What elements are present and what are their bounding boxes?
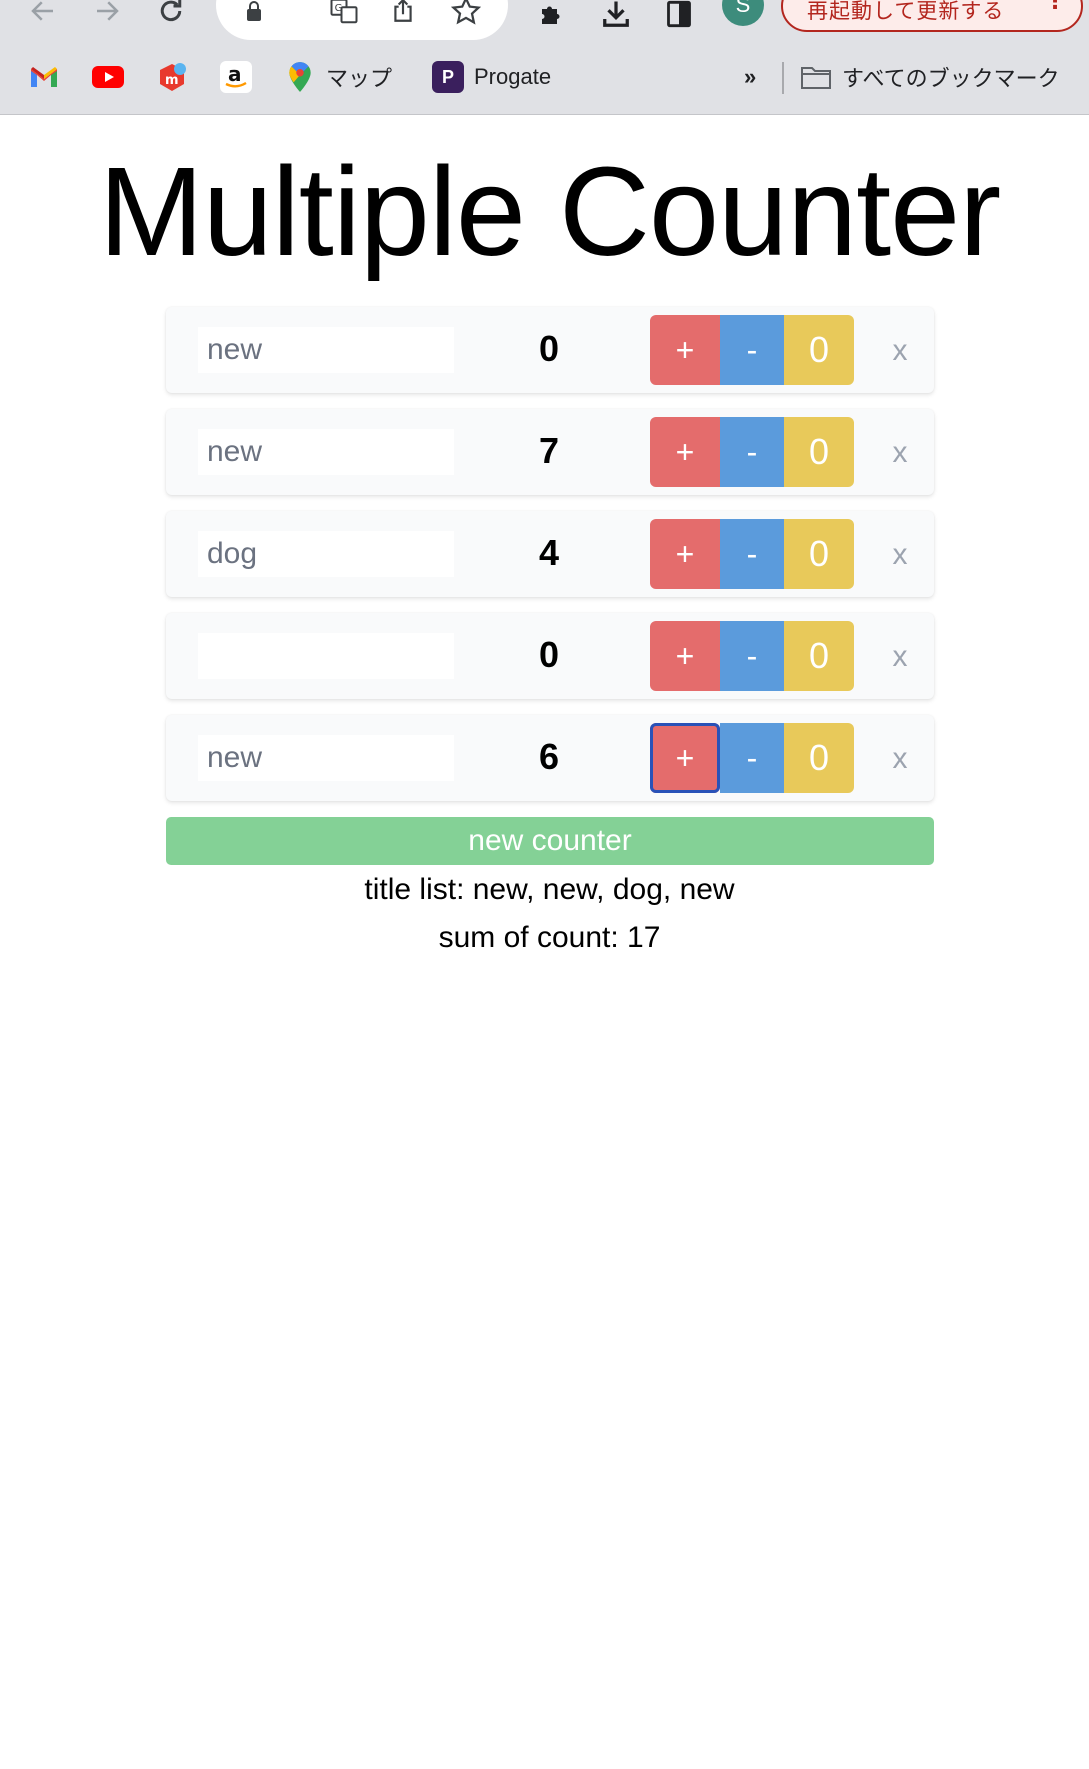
youtube-icon xyxy=(92,61,124,93)
browser-chrome: G S 再起動して更新する ⋮ m a マップ P Progate » すべての… xyxy=(0,0,1089,115)
counter-title-input[interactable] xyxy=(198,735,454,781)
folder-icon xyxy=(800,61,832,93)
reset-button[interactable]: 0 xyxy=(784,723,854,793)
bookmark-progate[interactable]: P Progate xyxy=(432,58,551,96)
bookmark-star-icon[interactable] xyxy=(451,0,481,26)
bookmark-label: Progate xyxy=(474,64,552,89)
reset-button[interactable]: 0 xyxy=(784,519,854,589)
count-value: 7 xyxy=(538,430,560,471)
amazon-icon: a xyxy=(220,61,252,93)
restart-update-button[interactable]: 再起動して更新する ⋮ xyxy=(781,0,1083,32)
translate-icon[interactable]: G xyxy=(329,0,359,26)
sum-of-count-text: sum of count: 17 xyxy=(438,921,661,954)
bookmarks-bar: m a マップ P Progate » すべてのブックマーク xyxy=(0,54,1089,100)
decrement-button[interactable]: - xyxy=(720,621,784,691)
increment-button[interactable]: + xyxy=(650,315,720,385)
bookmarks-separator xyxy=(782,62,784,94)
count-value: 6 xyxy=(538,736,560,777)
svg-text:G: G xyxy=(335,3,343,14)
count-value: 0 xyxy=(538,634,560,675)
lock-icon[interactable] xyxy=(239,0,269,26)
increment-button[interactable]: + xyxy=(650,417,720,487)
svg-text:m: m xyxy=(165,73,179,88)
browser-toolbar: G S 再起動して更新する ⋮ xyxy=(0,0,1089,40)
counter-title-input[interactable] xyxy=(198,327,454,373)
profile-avatar[interactable]: S xyxy=(722,0,764,26)
reset-button[interactable]: 0 xyxy=(784,315,854,385)
mercari-icon: m xyxy=(156,61,188,93)
counter-row: 0 + - 0 x xyxy=(166,307,934,393)
bookmark-label: マップ xyxy=(326,66,393,91)
counter-row: 4 + - 0 x xyxy=(166,511,934,597)
delete-counter-button[interactable]: x xyxy=(880,637,920,677)
all-bookmarks-button[interactable]: すべてのブックマーク xyxy=(800,58,1060,96)
counter-row: 0 + - 0 x xyxy=(166,613,934,699)
decrement-button[interactable]: - xyxy=(720,417,784,487)
side-panel-icon[interactable] xyxy=(661,0,697,32)
delete-counter-button[interactable]: x xyxy=(880,331,920,371)
delete-counter-button[interactable]: x xyxy=(880,535,920,575)
all-bookmarks-label: すべてのブックマーク xyxy=(842,66,1060,91)
delete-counter-button[interactable]: x xyxy=(880,433,920,473)
reset-button[interactable]: 0 xyxy=(784,417,854,487)
reload-icon[interactable] xyxy=(154,0,188,28)
increment-button[interactable]: + xyxy=(650,723,720,793)
new-counter-button[interactable]: new counter xyxy=(166,817,934,865)
count-value: 4 xyxy=(538,532,560,573)
decrement-button[interactable]: - xyxy=(720,519,784,589)
svg-text:a: a xyxy=(228,62,242,86)
counter-title-input[interactable] xyxy=(198,429,454,475)
reset-button[interactable]: 0 xyxy=(784,621,854,691)
extensions-icon[interactable] xyxy=(534,0,570,32)
share-icon[interactable] xyxy=(388,0,418,26)
delete-counter-button[interactable]: x xyxy=(880,739,920,779)
bookmark-youtube[interactable] xyxy=(92,58,134,96)
back-icon[interactable] xyxy=(26,0,60,28)
bookmark-maps[interactable]: マップ xyxy=(284,58,392,96)
bookmark-amazon[interactable]: a xyxy=(220,58,262,96)
decrement-button[interactable]: - xyxy=(720,723,784,793)
bookmarks-overflow-button[interactable]: » xyxy=(744,58,756,96)
page-title: Multiple Counter xyxy=(98,141,1001,282)
more-menu-icon[interactable]: ⋮ xyxy=(1044,0,1067,14)
bookmark-gmail[interactable] xyxy=(28,58,70,96)
omnibox[interactable]: G xyxy=(216,0,508,40)
title-list-text: title list: new, new, dog, new xyxy=(364,873,735,906)
count-value: 0 xyxy=(538,328,560,369)
counter-row: 7 + - 0 x xyxy=(166,409,934,495)
increment-button[interactable]: + xyxy=(650,621,720,691)
bookmark-mercari[interactable]: m xyxy=(156,58,198,96)
forward-icon[interactable] xyxy=(90,0,124,28)
gmail-icon xyxy=(28,61,60,93)
restart-update-label: 再起動して更新する xyxy=(807,0,1005,23)
google-maps-icon xyxy=(284,61,316,93)
progate-icon: P xyxy=(432,61,464,93)
counter-row: 6 + - 0 x xyxy=(166,715,934,801)
decrement-button[interactable]: - xyxy=(720,315,784,385)
increment-button[interactable]: + xyxy=(650,519,720,589)
counter-title-input[interactable] xyxy=(198,633,454,679)
download-icon[interactable] xyxy=(598,0,634,32)
counter-title-input[interactable] xyxy=(198,531,454,577)
